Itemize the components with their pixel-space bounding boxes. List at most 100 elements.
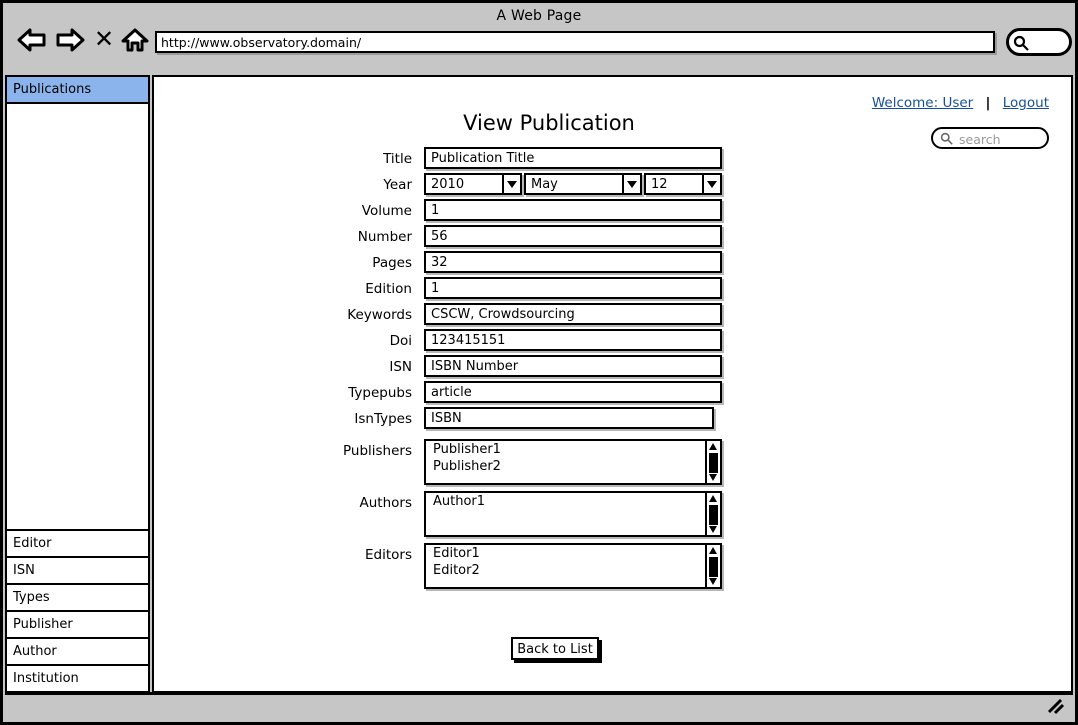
site-search-placeholder: search — [959, 132, 1001, 147]
date-select-group: 2010 May 12 — [424, 173, 722, 195]
form-row-number: Number 56 — [154, 225, 944, 251]
input-isn[interactable]: ISBN Number — [424, 355, 722, 377]
form-row-edition: Edition 1 — [154, 277, 944, 303]
sidebar-item-label: Types — [13, 590, 50, 605]
welcome-user-link[interactable]: Welcome: User — [872, 95, 973, 111]
browser-chrome: A Web Page ✕ http://www.observatory.doma… — [3, 3, 1075, 69]
main-content: Welcome: User | Logout search View Publi… — [152, 75, 1073, 693]
home-icon[interactable] — [120, 27, 150, 53]
input-isn-value: ISBN Number — [431, 359, 519, 374]
list-item[interactable]: Editor1 — [426, 545, 720, 562]
list-item[interactable]: Publisher2 — [426, 458, 720, 475]
input-isntypes[interactable]: ISBN — [424, 407, 714, 429]
scrollbar-publishers[interactable] — [705, 439, 722, 485]
browser-window: A Web Page ✕ http://www.observatory.doma… — [0, 0, 1078, 725]
form-row-editors: Editors Editor1 Editor2 — [154, 543, 944, 595]
chevron-down-icon[interactable] — [502, 173, 522, 195]
scroll-down-icon[interactable] — [707, 472, 720, 483]
input-typepubs[interactable]: article — [424, 381, 722, 403]
url-text: http://www.observatory.domain/ — [161, 35, 362, 50]
label-editors: Editors — [365, 547, 412, 563]
sidebar-item-author[interactable]: Author — [7, 637, 148, 664]
input-keywords-value: CSCW, Crowdsourcing — [431, 307, 575, 322]
label-pages: Pages — [372, 255, 412, 271]
input-title-value: Publication Title — [431, 151, 535, 166]
form-row-typepubs: Typepubs article — [154, 381, 944, 407]
page-area: Publications Editor ISN Types Publisher … — [3, 71, 1075, 693]
form-row-publishers: Publishers Publisher1 Publisher2 — [154, 439, 944, 491]
sidebar-bottom-group: Editor ISN Types Publisher Author Instit… — [7, 529, 148, 691]
scroll-down-icon[interactable] — [707, 524, 720, 535]
list-item[interactable]: Editor2 — [426, 562, 720, 579]
input-volume[interactable]: 1 — [424, 199, 722, 221]
input-title[interactable]: Publication Title — [424, 147, 722, 169]
label-keywords: Keywords — [347, 307, 412, 323]
label-year: Year — [383, 177, 412, 193]
chevron-down-icon[interactable] — [702, 173, 722, 195]
listbox-publishers[interactable]: Publisher1 Publisher2 — [424, 439, 722, 485]
sidebar-top-group: Publications — [7, 77, 148, 104]
label-number: Number — [357, 229, 412, 245]
input-pages[interactable]: 32 — [424, 251, 722, 273]
label-doi: Doi — [389, 333, 412, 349]
site-search-input[interactable]: search — [931, 127, 1049, 149]
listbox-authors[interactable]: Author1 — [424, 491, 722, 537]
scroll-up-icon[interactable] — [707, 441, 720, 452]
back-arrow-icon[interactable] — [17, 27, 47, 53]
sidebar-item-editor[interactable]: Editor — [7, 529, 148, 556]
label-volume: Volume — [361, 203, 412, 219]
scroll-up-icon[interactable] — [707, 545, 720, 556]
select-month[interactable]: May — [524, 173, 642, 195]
label-typepubs: Typepubs — [348, 385, 412, 401]
input-number[interactable]: 56 — [424, 225, 722, 247]
stop-close-icon[interactable]: ✕ — [93, 27, 115, 53]
input-keywords[interactable]: CSCW, Crowdsourcing — [424, 303, 722, 325]
resize-grip-icon[interactable] — [1047, 699, 1065, 715]
form-row-year: Year 2010 May 12 — [154, 173, 944, 199]
scrollbar-authors[interactable] — [705, 491, 722, 537]
form-row-title: Title Publication Title — [154, 147, 944, 173]
logout-link[interactable]: Logout — [1003, 95, 1049, 111]
select-day-value: 12 — [651, 177, 668, 192]
input-edition-value: 1 — [431, 281, 440, 296]
input-doi[interactable]: 123415151 — [424, 329, 722, 351]
user-bar-separator: | — [985, 95, 991, 111]
scroll-down-icon[interactable] — [707, 576, 720, 587]
label-title: Title — [383, 151, 412, 167]
sidebar-item-publisher[interactable]: Publisher — [7, 610, 148, 637]
user-bar: Welcome: User | Logout — [872, 95, 1049, 111]
publication-form: Title Publication Title Year 2010 May 12… — [154, 147, 944, 595]
sidebar-item-types[interactable]: Types — [7, 583, 148, 610]
form-row-isntypes: IsnTypes ISBN — [154, 407, 944, 433]
input-edition[interactable]: 1 — [424, 277, 722, 299]
sidebar-item-publications[interactable]: Publications — [7, 77, 148, 104]
search-icon — [1013, 35, 1029, 51]
sidebar-item-label: Publisher — [13, 617, 73, 632]
browser-search-box[interactable] — [1006, 28, 1072, 56]
select-day[interactable]: 12 — [644, 173, 722, 195]
back-to-list-button[interactable]: Back to List — [511, 637, 599, 660]
scrollbar-thumb[interactable] — [709, 505, 718, 525]
scrollbar-thumb[interactable] — [709, 453, 718, 473]
label-authors: Authors — [359, 495, 412, 511]
list-item[interactable]: Author1 — [426, 493, 720, 510]
window-title: A Web Page — [496, 8, 582, 24]
forward-arrow-icon[interactable] — [55, 27, 85, 53]
scroll-up-icon[interactable] — [707, 493, 720, 504]
form-row-authors: Authors Author1 — [154, 491, 944, 543]
scrollbar-thumb[interactable] — [709, 557, 718, 577]
list-item[interactable]: Publisher1 — [426, 441, 720, 458]
sidebar-item-isn[interactable]: ISN — [7, 556, 148, 583]
chevron-down-icon[interactable] — [622, 173, 642, 195]
label-edition: Edition — [365, 281, 412, 297]
label-isntypes: IsnTypes — [354, 411, 412, 427]
listbox-editors[interactable]: Editor1 Editor2 — [424, 543, 722, 589]
sidebar-item-label: ISN — [13, 563, 35, 578]
sidebar: Publications Editor ISN Types Publisher … — [5, 75, 150, 693]
sidebar-item-institution[interactable]: Institution — [7, 664, 148, 691]
select-year[interactable]: 2010 — [424, 173, 522, 195]
scrollbar-editors[interactable] — [705, 543, 722, 589]
form-row-volume: Volume 1 — [154, 199, 944, 225]
url-input[interactable]: http://www.observatory.domain/ — [155, 31, 995, 53]
select-month-value: May — [531, 177, 558, 192]
